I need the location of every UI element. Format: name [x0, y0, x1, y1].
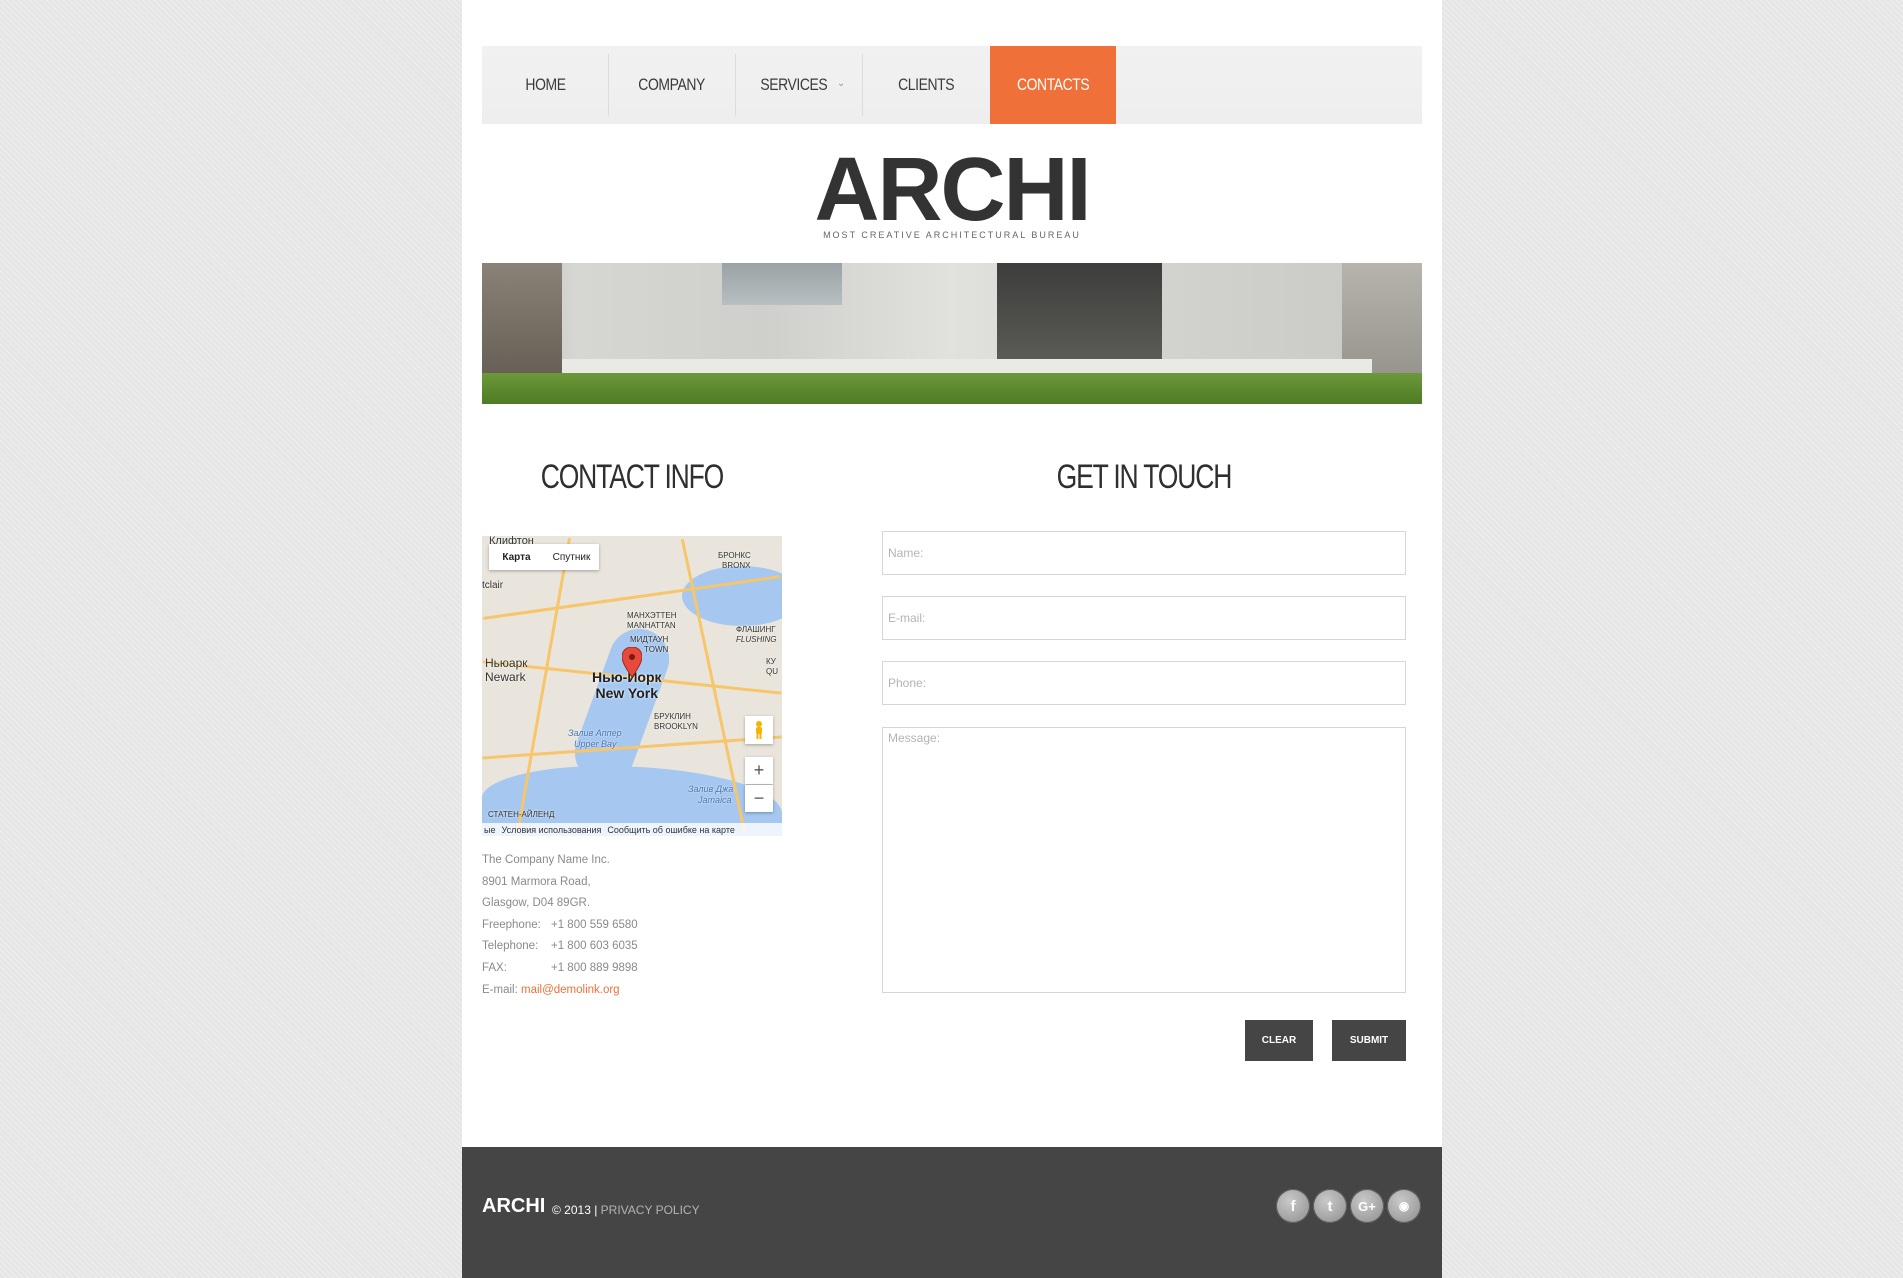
facebook-icon[interactable]: f — [1276, 1189, 1310, 1223]
company-name: The Company Name Inc. — [482, 854, 610, 866]
map-tab-satellite[interactable]: Спутник — [544, 544, 599, 570]
page-container: HOME COMPANY SERVICES ⌄ CLIENTS CONTACTS … — [462, 0, 1442, 1278]
map-tab-map[interactable]: Карта — [489, 544, 544, 570]
rss-icon[interactable]: ◉ — [1387, 1189, 1421, 1223]
freephone-value: +1 800 559 6580 — [551, 918, 638, 931]
google-plus-icon[interactable]: G+ — [1350, 1189, 1384, 1223]
contact-info-heading: CONTACT INFO — [540, 458, 725, 496]
map-zoom-out-button[interactable]: − — [745, 785, 773, 812]
nav-services[interactable]: SERVICES ⌄ — [736, 46, 862, 124]
freephone-row: Freephone: +1 800 559 6580 — [482, 915, 638, 937]
map-label: Upper Bay — [574, 739, 617, 749]
map-attribution-left: ые — [484, 824, 496, 835]
map-label: Jamaica — [698, 795, 732, 805]
email-row: E-mail: mail@demolink.org — [482, 983, 620, 996]
banner-upper-window — [722, 263, 842, 305]
map-label: Ньюарк — [485, 656, 528, 670]
street-view-pegman-icon[interactable] — [745, 716, 773, 744]
map-label: СТАТЕН-АЙЛЕНД — [488, 810, 555, 819]
map-attribution-bar: ые Условия использования Сообщить об оши… — [482, 823, 782, 836]
main-nav: HOME COMPANY SERVICES ⌄ CLIENTS CONTACTS — [482, 46, 1422, 124]
chevron-down-icon: ⌄ — [836, 77, 845, 89]
map-label: Залив Джа — [688, 784, 734, 794]
banner-dark-window — [997, 263, 1162, 363]
footer-logo[interactable]: ARCHI — [482, 1195, 545, 1218]
nav-company[interactable]: COMPANY — [609, 46, 735, 124]
map-label: QU — [766, 667, 778, 676]
map-label: Newark — [485, 670, 526, 684]
nav-clients[interactable]: CLIENTS — [863, 46, 989, 124]
footer-copyright: © 2013 | PRIVACY POLICY — [552, 1203, 700, 1217]
fax-value: +1 800 889 9898 — [551, 961, 638, 974]
map-report-link[interactable]: Сообщить об ошибке на карте — [607, 825, 734, 835]
city-postcode: Glasgow, D04 89GR. — [482, 897, 591, 910]
site-footer: ARCHI © 2013 | PRIVACY POLICY f t G+ ◉ — [462, 1147, 1442, 1278]
map-pin-icon[interactable] — [622, 647, 642, 677]
map-city-en: New York — [595, 685, 659, 701]
map-label: BROOKLYN — [654, 722, 698, 731]
telephone-row: Telephone: +1 800 603 6035 — [482, 936, 638, 958]
get-in-touch-heading: GET IN TOUCH — [1056, 458, 1233, 496]
map-type-toggle: Карта Спутник — [489, 544, 599, 570]
message-textarea[interactable] — [882, 727, 1406, 993]
phone-input[interactable] — [882, 661, 1406, 705]
name-input[interactable] — [882, 531, 1406, 575]
email-input[interactable] — [882, 596, 1406, 640]
site-logo[interactable]: ARCHI — [462, 142, 1442, 238]
map-label: Залив Аппер — [568, 728, 622, 738]
privacy-policy-link[interactable]: PRIVACY POLICY — [601, 1203, 700, 1217]
map-terms-link[interactable]: Условия использования — [501, 825, 601, 835]
location-map[interactable]: Клифтон tclair БРОНКС BRONX МАНХЭТТЕН MA… — [482, 536, 782, 836]
email-link[interactable]: mail@demolink.org — [521, 984, 620, 996]
map-label: tclair — [482, 580, 504, 591]
telephone-value: +1 800 603 6035 — [551, 940, 638, 953]
nav-home[interactable]: HOME — [482, 46, 608, 124]
map-label: MANHATTAN — [627, 621, 676, 630]
nav-contacts[interactable]: CONTACTS — [990, 46, 1116, 124]
submit-button[interactable]: SUBMIT — [1332, 1020, 1406, 1061]
map-label: FLUSHING — [736, 635, 777, 644]
fax-row: FAX: +1 800 889 9898 — [482, 958, 638, 980]
site-tagline: MOST CREATIVE ARCHITECTURAL BUREAU — [823, 230, 1081, 240]
street-address: 8901 Marmora Road, — [482, 875, 591, 888]
map-label: TOWN — [644, 645, 669, 654]
twitter-icon[interactable]: t — [1313, 1189, 1347, 1223]
clear-button[interactable]: CLEAR — [1245, 1020, 1313, 1061]
map-zoom-in-button[interactable]: + — [745, 757, 773, 784]
header-banner-image — [482, 263, 1422, 404]
banner-grass — [482, 373, 1422, 404]
map-label: BRONX — [722, 561, 751, 570]
contact-address-block: The Company Name Inc. 8901 Marmora Road,… — [482, 850, 638, 1001]
